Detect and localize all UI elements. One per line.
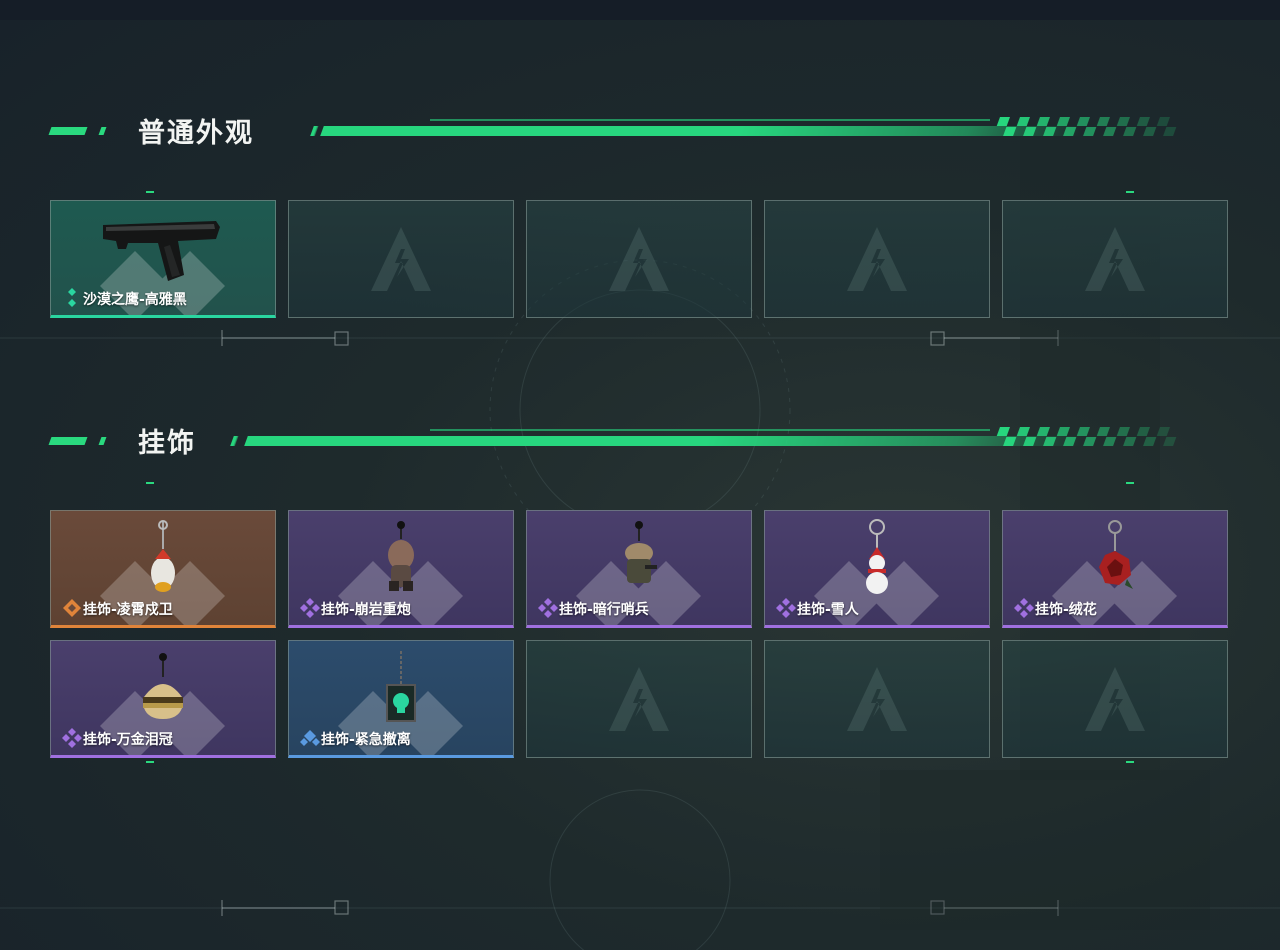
item-card-charm[interactable]: 挂饰-雪人	[764, 510, 990, 628]
header-accent	[230, 436, 239, 446]
marker-tick	[146, 482, 154, 484]
rarity-purple-icon	[300, 598, 320, 618]
header-dash	[48, 437, 88, 445]
item-card-desert-eagle[interactable]: 沙漠之鹰-高雅黑	[50, 200, 276, 318]
header-bar	[244, 436, 1084, 446]
pistol-icon	[103, 221, 220, 281]
section-title: 普通外观	[138, 118, 254, 149]
item-card-charm[interactable]: 挂饰-万金泪冠	[50, 640, 276, 758]
appearance-section-header: 普通外观	[48, 117, 1200, 157]
item-name: 挂饰-绒花	[1035, 602, 1097, 618]
rarity-purple-icon	[1014, 598, 1034, 618]
item-card-charm[interactable]: 挂饰-凌霄戍卫	[50, 510, 276, 628]
header-line	[430, 119, 990, 121]
rock-soldier-charm-icon	[388, 521, 414, 591]
top-bar	[0, 0, 1280, 20]
header-dash	[98, 127, 107, 135]
empty-slot[interactable]	[1002, 640, 1228, 758]
rarity-green-icon	[68, 288, 76, 307]
header-dash	[98, 437, 107, 445]
empty-slot[interactable]	[764, 200, 990, 318]
header-line	[430, 429, 990, 431]
game-logo-icon	[847, 227, 907, 291]
item-name: 挂饰-暗行哨兵	[559, 602, 649, 618]
item-card-charm[interactable]: 挂饰-暗行哨兵	[526, 510, 752, 628]
marker-tick	[146, 191, 154, 193]
item-card-charm[interactable]: 挂饰-崩岩重炮	[288, 510, 514, 628]
charms-section-header: 挂饰	[48, 427, 1200, 467]
marker-tick	[146, 761, 154, 763]
checker-pattern	[996, 427, 1177, 446]
rarity-purple-icon	[62, 728, 82, 748]
item-name: 挂饰-雪人	[797, 602, 859, 618]
empty-slot[interactable]	[526, 640, 752, 758]
item-name: 挂饰-崩岩重炮	[321, 602, 411, 618]
game-logo-icon	[847, 667, 907, 731]
item-name: 挂饰-凌霄戍卫	[83, 602, 173, 618]
game-logo-icon	[609, 667, 669, 731]
section-title: 挂饰	[138, 428, 196, 459]
skull-tag-charm-icon	[386, 651, 416, 722]
marker-tick	[1126, 761, 1134, 763]
snowman-charm-icon	[866, 519, 888, 594]
chicken-charm-icon	[151, 520, 175, 592]
item-card-charm[interactable]: 挂饰-绒花	[1002, 510, 1228, 628]
sentinel-charm-icon	[625, 521, 657, 583]
marker-tick	[1126, 482, 1134, 484]
item-name: 沙漠之鹰-高雅黑	[83, 292, 187, 308]
empty-slot[interactable]	[526, 200, 752, 318]
checker-pattern	[996, 117, 1177, 136]
header-accent	[310, 126, 319, 136]
rarity-orange-icon	[63, 599, 81, 617]
rarity-blue-icon	[300, 730, 320, 746]
burger-crown-charm-icon	[143, 653, 183, 719]
empty-slot[interactable]	[764, 640, 990, 758]
game-logo-icon	[1085, 667, 1145, 731]
item-name: 挂饰-紧急撤离	[321, 732, 411, 748]
header-dash	[48, 127, 88, 135]
game-logo-icon	[371, 227, 431, 291]
empty-slot[interactable]	[1002, 200, 1228, 318]
header-bar	[320, 126, 1084, 136]
game-logo-icon	[1085, 227, 1145, 291]
game-logo-icon	[609, 227, 669, 291]
marker-tick	[1126, 191, 1134, 193]
item-name: 挂饰-万金泪冠	[83, 732, 173, 748]
rarity-purple-icon	[538, 598, 558, 618]
rose-charm-icon	[1099, 520, 1133, 589]
rarity-purple-icon	[776, 598, 796, 618]
empty-slot[interactable]	[288, 200, 514, 318]
item-card-charm[interactable]: 挂饰-紧急撤离	[288, 640, 514, 758]
